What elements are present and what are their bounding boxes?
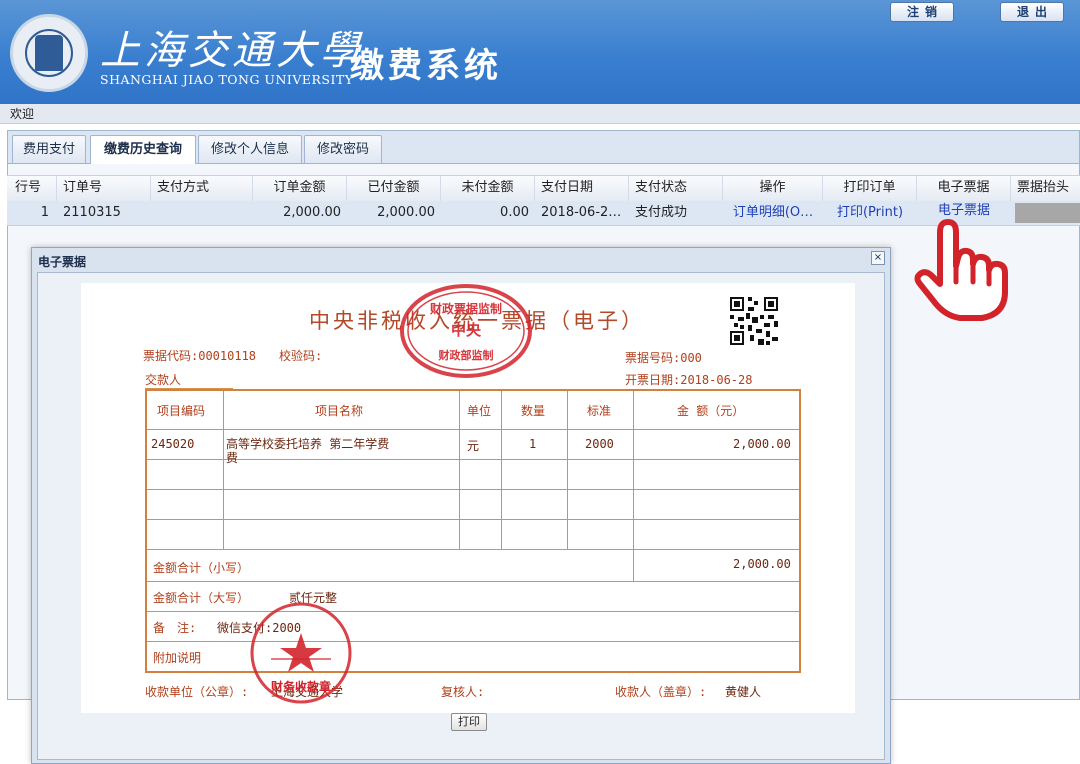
seal-top-line3: 财政部监制	[438, 348, 494, 362]
order-detail-link[interactable]: 订单明细(O…	[723, 201, 823, 225]
university-logo	[10, 14, 88, 92]
remark-label: 备 注:	[153, 621, 197, 635]
column-header[interactable]: 支付状态	[629, 176, 723, 201]
pointing-hand-icon	[914, 219, 1008, 321]
payment-method	[151, 201, 253, 225]
table-header: 行号 订单号 支付方式 订单金额 已付金额 未付金额 支付日期 支付状态 操作 …	[7, 175, 1080, 202]
payee-unit-label: 收款单位（公章）:	[145, 685, 249, 699]
col-quantity: 数量	[521, 404, 546, 418]
item-name: 高等学校委托培养 第二年学费	[226, 437, 390, 451]
col-item-code: 项目编码	[157, 404, 206, 418]
tab-fee-payment[interactable]: 费用支付	[12, 135, 86, 163]
collector-label: 收款人（盖章）:	[615, 685, 707, 699]
col-unit: 单位	[467, 404, 492, 418]
collector-value: 黄健人	[725, 685, 762, 699]
total-small-label: 金额合计（小写）	[153, 561, 250, 575]
check-code-label: 校验码:	[279, 349, 323, 363]
receipt-items-table: 项目编码 项目名称 单位 数量 标准 金 额（元） 245020 高等学校委托培…	[145, 389, 801, 673]
close-icon[interactable]: ×	[871, 251, 885, 265]
unpaid-amount: 0.00	[500, 205, 529, 220]
col-item-name: 项目名称	[315, 404, 364, 418]
order-amount: 2,000.00	[283, 205, 341, 220]
col-standard: 标准	[587, 404, 612, 418]
tab-edit-profile[interactable]: 修改个人信息	[198, 135, 302, 163]
payment-status: 支付成功	[635, 205, 688, 220]
column-header[interactable]: 订单号	[57, 176, 151, 201]
tab-bar: 费用支付 缴费历史查询 修改个人信息 修改密码	[8, 131, 1079, 164]
payer-label: 交款人	[145, 371, 234, 389]
column-header[interactable]: 票据抬头	[1011, 176, 1080, 201]
finance-collection-seal: 财务收款章	[250, 602, 352, 704]
e-receipt-dialog: 电子票据 × 中央非税收入统一票据（电子） 票据代码:00010118 校验码:…	[31, 247, 891, 764]
receipt-document: 中央非税收入统一票据（电子） 票据代码:00010118 校验码: 票据号码:0…	[81, 283, 855, 713]
column-header[interactable]: 订单金额	[253, 176, 347, 201]
tab-payment-history[interactable]: 缴费历史查询	[90, 135, 196, 164]
row-number: 1	[40, 205, 49, 220]
receipt-code: 票据代码:00010118	[143, 349, 257, 363]
qr-code-icon	[728, 295, 780, 347]
print-button[interactable]: 打印	[451, 713, 487, 731]
col-amount: 金 额（元）	[677, 404, 745, 418]
total-small-value: 2,000.00	[733, 557, 791, 571]
seal-top-line2: 中央	[451, 321, 482, 339]
column-header[interactable]: 支付方式	[151, 176, 253, 201]
dialog-body: 中央非税收入统一票据（电子） 票据代码:00010118 校验码: 票据号码:0…	[37, 272, 885, 760]
paid-amount: 2,000.00	[377, 205, 435, 220]
app-header: 上海交通大學 SHANGHAI JIAO TONG UNIVERSITY 缴费系…	[0, 0, 1080, 104]
star-icon	[280, 633, 322, 672]
reviewer-label: 复核人:	[441, 685, 485, 699]
payment-date: 2018-06-2…	[541, 205, 622, 220]
seal-bottom-text: 财务收款章	[270, 679, 331, 694]
seal-top-line1: 财政票据监制	[429, 301, 502, 316]
column-header[interactable]: 已付金额	[347, 176, 441, 201]
university-name-cn: 上海交通大學	[100, 28, 364, 74]
item-code: 245020	[151, 437, 195, 451]
column-header[interactable]: 操作	[723, 176, 823, 201]
item-amount: 2,000.00	[733, 437, 791, 451]
column-header[interactable]: 支付日期	[535, 176, 629, 201]
welcome-bar: 欢迎	[0, 104, 1080, 124]
system-title: 缴费系统	[350, 46, 502, 86]
issue-date: 开票日期:2018-06-28	[625, 373, 753, 387]
total-big-label: 金额合计（大写）	[153, 591, 250, 605]
exit-button[interactable]: 退出	[1000, 2, 1064, 22]
item-standard: 2000	[585, 437, 614, 451]
column-header[interactable]: 电子票据	[917, 176, 1011, 201]
item-quantity: 1	[529, 437, 537, 451]
column-header[interactable]: 打印订单	[823, 176, 917, 201]
receipt-title-redacted	[1015, 203, 1080, 223]
print-order-link[interactable]: 打印(Print)	[823, 201, 917, 225]
column-header[interactable]: 行号	[7, 176, 57, 201]
tab-change-password[interactable]: 修改密码	[304, 135, 382, 163]
item-unit: 元	[467, 439, 480, 453]
logout-button[interactable]: 注销	[890, 2, 954, 22]
dialog-title: 电子票据	[38, 255, 87, 269]
column-header[interactable]: 未付金额	[441, 176, 535, 201]
university-name-en: SHANGHAI JIAO TONG UNIVERSITY	[100, 72, 354, 87]
finance-ministry-seal: 财政票据监制 中央 财政部监制	[400, 284, 532, 378]
order-number: 2110315	[63, 205, 121, 220]
extra-note-label: 附加说明	[153, 651, 202, 665]
item-name-wrap: 费	[226, 451, 239, 465]
receipt-number: 票据号码:000	[625, 351, 702, 365]
